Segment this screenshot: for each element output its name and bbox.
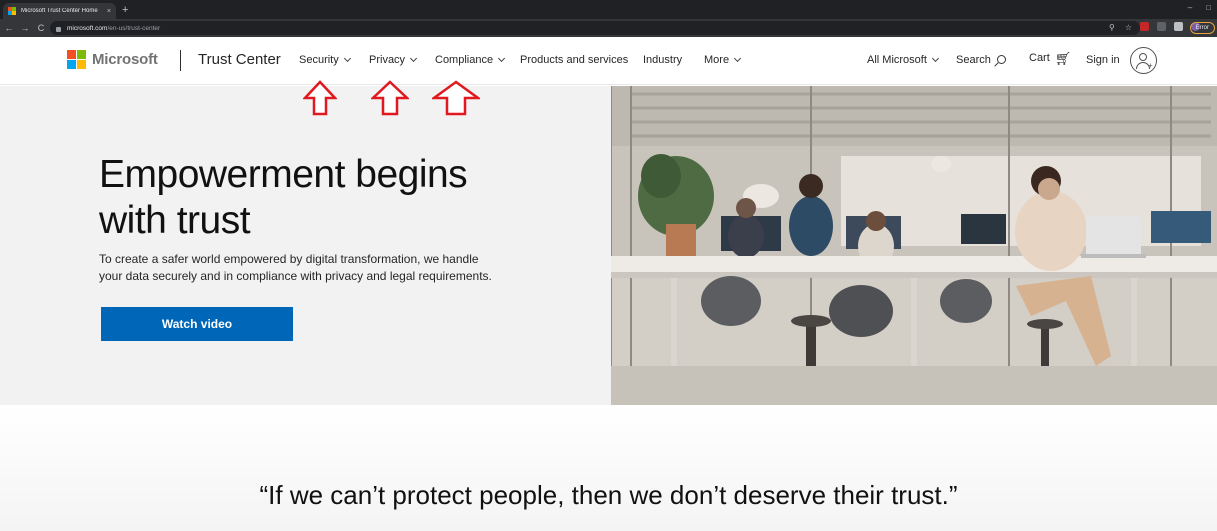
- logo-text: Microsoft: [92, 51, 158, 68]
- hero-section: Empowerment begins with trust To create a…: [0, 86, 1217, 405]
- annotation-arrow-up-icon: [371, 80, 409, 116]
- puzzle-extensions-icon[interactable]: [1174, 22, 1183, 31]
- watch-video-button[interactable]: Watch video: [101, 307, 293, 341]
- browser-toolbar: ← → C microsoft.com/en-us/trust-center ⚲…: [0, 19, 1217, 37]
- bookmark-star-icon[interactable]: ☆: [1125, 23, 1132, 32]
- search-button[interactable]: Search: [956, 54, 1006, 66]
- window-controls: – □: [1188, 3, 1211, 12]
- hero-title: Empowerment begins with trust: [99, 153, 468, 242]
- header-divider: [180, 50, 181, 71]
- browser-tabstrip: Microsoft Trust Center Home × + – □: [0, 0, 1217, 19]
- minimize-icon[interactable]: –: [1188, 3, 1192, 12]
- trust-quote: “If we can’t protect people, then we don…: [259, 480, 958, 510]
- url-text: microsoft.com/en-us/trust-center: [67, 24, 161, 32]
- maximize-icon[interactable]: □: [1206, 3, 1211, 12]
- tab-close-icon[interactable]: ×: [107, 8, 111, 15]
- nav-products-and-services[interactable]: Products and services: [520, 54, 628, 66]
- chevron-down-icon: [734, 54, 742, 62]
- annotation-arrow-up-icon: [303, 80, 337, 116]
- extension-icon[interactable]: [1140, 22, 1149, 31]
- nav-industry[interactable]: Industry: [643, 54, 682, 66]
- site-header: Microsoft Trust Center Security Privacy …: [0, 37, 1217, 85]
- tab-title: Microsoft Trust Center Home: [21, 8, 98, 14]
- microsoft-favicon-icon: [8, 7, 16, 15]
- annotation-arrow-up-icon: [432, 80, 480, 116]
- office-photo: [611, 86, 1217, 405]
- chevron-down-icon: [410, 54, 418, 62]
- browser-tab[interactable]: Microsoft Trust Center Home ×: [3, 3, 116, 19]
- search-icon: [996, 54, 1006, 64]
- chevron-down-icon: [498, 54, 506, 62]
- chevron-down-icon: [931, 54, 939, 62]
- nav-more[interactable]: More: [704, 54, 742, 66]
- reload-button[interactable]: C: [34, 23, 48, 33]
- nav-privacy[interactable]: Privacy: [369, 54, 418, 66]
- quote-section: “If we can’t protect people, then we don…: [0, 405, 1217, 531]
- office-photo-illustration: [611, 86, 1217, 405]
- extension-icon[interactable]: [1157, 22, 1166, 31]
- cart-button[interactable]: Cart 🛒︎: [1029, 50, 1072, 66]
- nav-compliance[interactable]: Compliance: [435, 54, 506, 66]
- nav-security[interactable]: Security: [299, 54, 351, 66]
- omnibox-icons: ⚲ ☆: [1109, 23, 1132, 32]
- microsoft-logo[interactable]: Microsoft: [67, 50, 158, 69]
- lock-icon: [56, 26, 61, 32]
- chevron-down-icon: [343, 54, 351, 62]
- new-tab-button[interactable]: +: [122, 3, 128, 17]
- all-microsoft-menu[interactable]: All Microsoft: [867, 54, 939, 66]
- microsoft-squares-icon: [67, 50, 86, 69]
- cart-icon: 🛒︎: [1054, 50, 1072, 66]
- brand-title[interactable]: Trust Center: [198, 51, 281, 68]
- zoom-icon[interactable]: ⚲: [1109, 23, 1115, 32]
- address-bar[interactable]: microsoft.com/en-us/trust-center ⚲ ☆: [50, 21, 1140, 35]
- error-badge[interactable]: Error: [1189, 22, 1215, 34]
- sign-in-avatar-icon[interactable]: +: [1130, 47, 1157, 74]
- hero-description: To create a safer world empowered by dig…: [99, 252, 492, 283]
- forward-button[interactable]: →: [18, 23, 32, 33]
- sign-in-link[interactable]: Sign in: [1086, 54, 1120, 66]
- back-button[interactable]: ←: [2, 23, 16, 33]
